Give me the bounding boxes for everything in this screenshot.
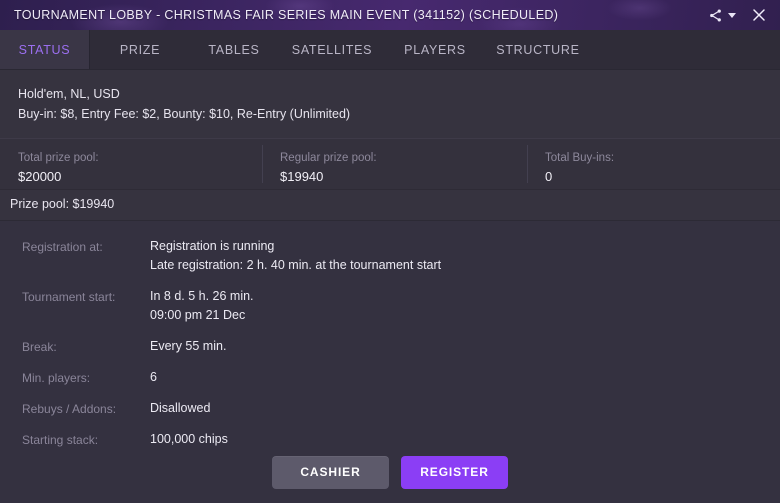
titlebar-actions — [702, 0, 780, 30]
detail-value: Late registration: 2 h. 40 min. at the t… — [150, 258, 442, 272]
prize-pool-strip: Prize pool: $19940 — [0, 190, 780, 218]
detail-label: Min. players: — [22, 371, 91, 385]
game-info: Hold'em, NL, USD Buy-in: $8, Entry Fee: … — [0, 70, 780, 134]
titlebar: TOURNAMENT LOBBY - CHRISTMAS FAIR SERIES… — [0, 0, 780, 30]
detail-label: Registration at: — [22, 240, 103, 254]
detail-value: Disallowed — [150, 401, 211, 415]
detail-values: Disallowed — [150, 399, 210, 418]
detail-label: Rebuys / Addons: — [22, 402, 117, 416]
stat-value: 0 — [545, 168, 553, 184]
game-type-line: Hold'em, NL, USD — [18, 87, 120, 101]
tab-prize[interactable]: PRIZE — [90, 30, 190, 69]
detail-label: Break: — [22, 340, 57, 354]
stat-label: Total Buy-ins: — [545, 151, 615, 164]
detail-values: Every 55 min. — [150, 337, 226, 356]
detail-value: Every 55 min. — [150, 339, 227, 353]
stat-value: $20000 — [18, 168, 62, 184]
stats-row: Total prize pool: $20000 Regular prize p… — [0, 138, 780, 190]
window-title: TOURNAMENT LOBBY - CHRISTMAS FAIR SERIES… — [14, 8, 559, 22]
buyin-line: Buy-in: $8, Entry Fee: $2, Bounty: $10, … — [18, 107, 351, 121]
stat-total-prize-pool: Total prize pool: $20000 — [0, 139, 262, 189]
tab-structure[interactable]: STRUCTURE — [484, 30, 592, 69]
detail-values: Registration is running Late registratio… — [150, 237, 441, 275]
register-button[interactable]: REGISTER — [401, 455, 508, 489]
share-icon — [708, 8, 723, 23]
stat-regular-prize-pool: Regular prize pool: $19940 — [262, 139, 527, 189]
footer-actions: CASHIER REGISTER — [0, 441, 780, 503]
detail-value: Registration is running — [150, 239, 275, 253]
detail-values: In 8 d. 5 h. 26 min. 09:00 pm 21 Dec — [150, 287, 254, 325]
prize-pool-text: Prize pool: $19940 — [10, 197, 115, 211]
tournament-lobby-window: TOURNAMENT LOBBY - CHRISTMAS FAIR SERIES… — [0, 0, 780, 503]
detail-label: Tournament start: — [22, 290, 116, 304]
detail-row-registration: Registration at: Registration is running… — [22, 237, 780, 275]
detail-row-tournament-start: Tournament start: In 8 d. 5 h. 26 min. 0… — [22, 287, 780, 325]
detail-value: In 8 d. 5 h. 26 min. — [150, 289, 254, 303]
detail-value: 6 — [150, 370, 157, 384]
stat-label: Regular prize pool: — [280, 151, 377, 164]
stat-total-buyins: Total Buy-ins: 0 — [527, 139, 780, 189]
close-icon — [751, 7, 767, 23]
tab-status[interactable]: STATUS — [0, 30, 90, 69]
chevron-down-icon — [728, 12, 736, 18]
detail-row-min-players: Min. players: 6 — [22, 368, 780, 387]
cashier-button[interactable]: CASHIER — [272, 455, 389, 489]
detail-values: 6 — [150, 368, 157, 387]
tab-bar: STATUS PRIZE TABLES SATELLITES PLAYERS S… — [0, 30, 780, 70]
share-button[interactable] — [702, 0, 738, 30]
detail-value: 09:00 pm 21 Dec — [150, 308, 246, 322]
tab-satellites[interactable]: SATELLITES — [278, 30, 386, 69]
stat-value: $19940 — [280, 168, 324, 184]
close-button[interactable] — [738, 0, 780, 30]
detail-row-break: Break: Every 55 min. — [22, 337, 780, 356]
stat-label: Total prize pool: — [18, 151, 99, 164]
tab-tables[interactable]: TABLES — [190, 30, 278, 69]
detail-row-rebuys-addons: Rebuys / Addons: Disallowed — [22, 399, 780, 418]
tab-players[interactable]: PLAYERS — [386, 30, 484, 69]
